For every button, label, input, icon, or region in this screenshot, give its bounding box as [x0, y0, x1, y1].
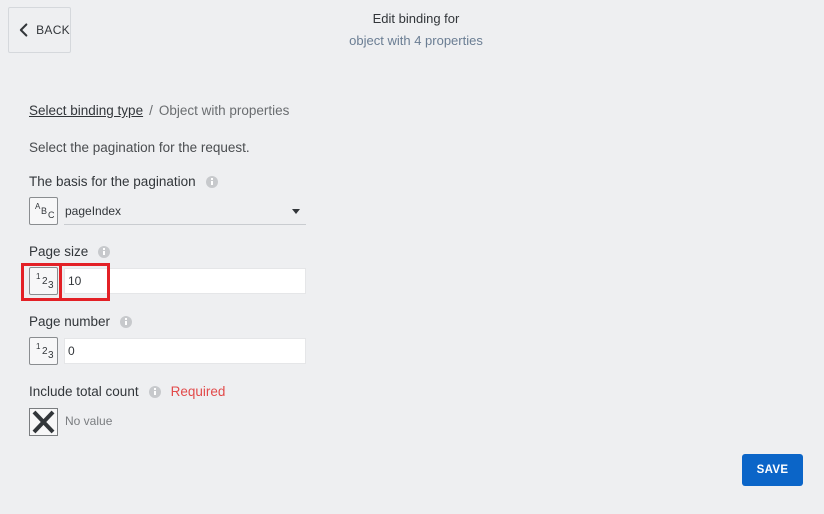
breadcrumb-separator: /: [149, 103, 153, 118]
info-icon[interactable]: [120, 315, 133, 328]
page-header: Edit binding for object with 4 propertie…: [0, 11, 824, 48]
total-count-label: Include total count: [29, 384, 139, 399]
basis-label: The basis for the pagination: [29, 174, 196, 189]
no-value-text: No value: [65, 414, 113, 428]
page-number-input[interactable]: 0: [64, 338, 306, 364]
info-icon[interactable]: [148, 385, 161, 398]
text-type-icon[interactable]: A B C: [29, 197, 58, 225]
required-indicator: Required: [170, 384, 226, 399]
basis-label-row: The basis for the pagination: [29, 174, 218, 189]
page-size-label: Page size: [29, 244, 89, 259]
total-count-label-row: Include total count Required: [29, 384, 225, 399]
breadcrumb-current: Object with properties: [158, 103, 290, 118]
save-button[interactable]: SAVE: [742, 454, 803, 486]
number-type-icon[interactable]: 1 2 3: [29, 337, 58, 365]
page-subtitle: object with 4 properties: [349, 33, 483, 48]
pagination-basis-select[interactable]: pageIndex: [64, 197, 306, 225]
page-size-label-row: Page size: [29, 244, 111, 259]
pagination-basis-value: pageIndex: [65, 203, 122, 218]
breadcrumb-link-select-binding-type[interactable]: Select binding type: [29, 103, 143, 118]
page-number-label: Page number: [29, 314, 111, 329]
highlight-box: [21, 263, 62, 301]
pagination-description: Select the pagination for the request.: [29, 140, 250, 155]
close-x-icon: [32, 410, 55, 434]
info-icon[interactable]: [98, 245, 111, 258]
page-title: Edit binding for: [372, 11, 460, 26]
breadcrumb: Select binding type / Object with properti…: [29, 103, 289, 118]
page-number-label-row: Page number: [29, 314, 133, 329]
info-icon[interactable]: [205, 175, 218, 188]
dropdown-caret-icon: [292, 209, 300, 214]
no-value-toggle[interactable]: [29, 408, 58, 436]
page-number-value: 0: [68, 344, 75, 358]
highlight-box: [59, 263, 110, 301]
